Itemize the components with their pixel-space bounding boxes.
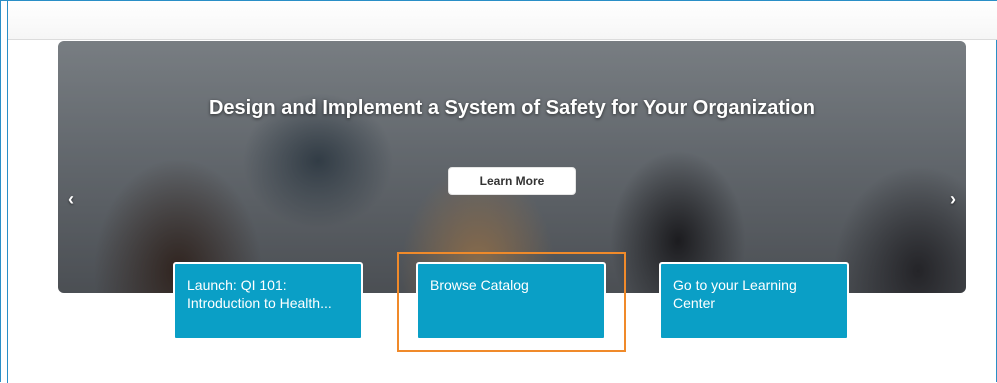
tile-label: Go to your Learning Center (673, 277, 797, 311)
carousel-prev-button[interactable]: ‹ (68, 189, 74, 210)
hero-title: Design and Implement a System of Safety … (208, 97, 816, 119)
highlight-box (397, 252, 626, 352)
launch-course-tile[interactable]: Launch: QI 101: Introduction to Health..… (173, 262, 363, 340)
learning-center-tile[interactable]: Go to your Learning Center (659, 262, 849, 340)
carousel-next-button[interactable]: › (950, 189, 956, 210)
chevron-left-icon: ‹ (68, 189, 74, 209)
top-navigation-bar (8, 1, 997, 40)
chevron-right-icon: › (950, 189, 956, 209)
learn-more-button[interactable]: Learn More (448, 167, 576, 195)
tile-label: Launch: QI 101: Introduction to Health..… (187, 277, 332, 311)
frame-left-border (7, 0, 8, 383)
